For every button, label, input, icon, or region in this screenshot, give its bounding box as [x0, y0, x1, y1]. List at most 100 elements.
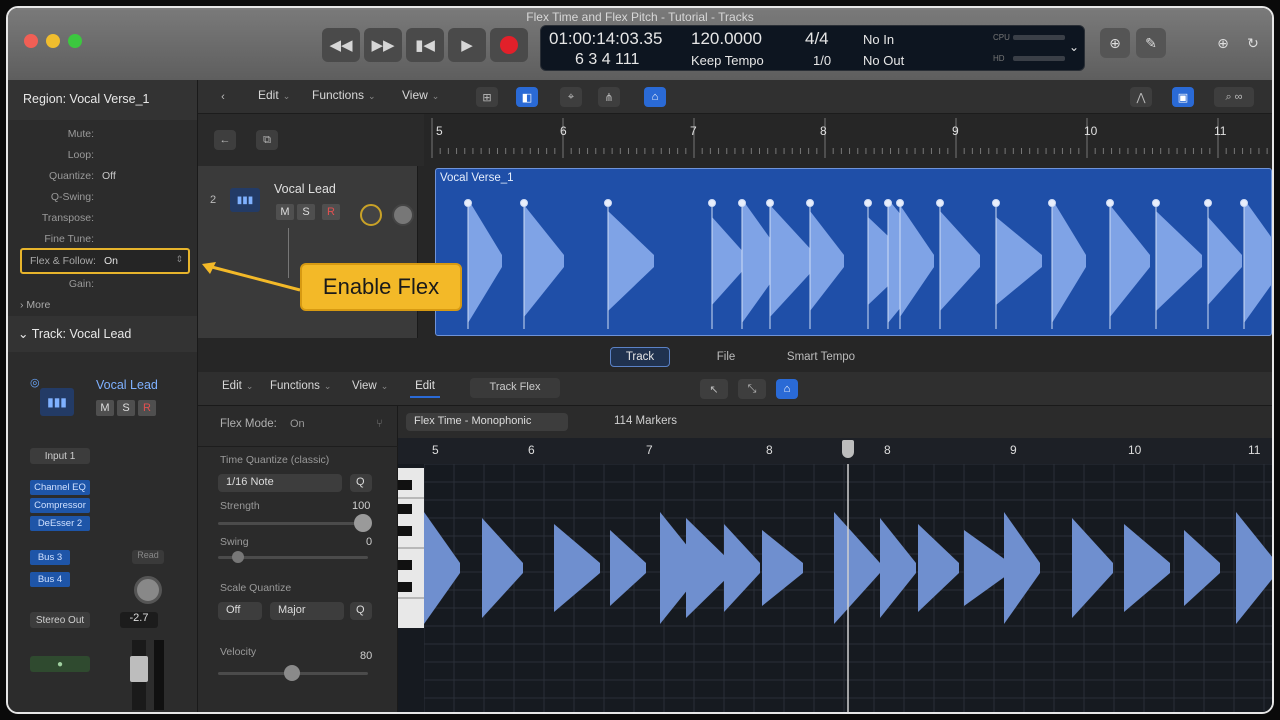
param-loop[interactable]: Loop: [8, 149, 198, 169]
param-mute[interactable]: Mute: [8, 128, 198, 148]
fader-cap[interactable] [130, 656, 148, 682]
tab-smart-tempo[interactable]: Smart Tempo [776, 347, 866, 367]
plugin-slot[interactable]: Compressor [30, 498, 90, 513]
pointer-tool-icon[interactable]: ⌖ [560, 87, 582, 107]
flex-follow-field[interactable]: Flex & Follow: On ⇕ [20, 248, 190, 274]
time-q-button[interactable]: Q [350, 474, 372, 492]
tool-icon[interactable]: ⋔ [598, 87, 620, 107]
output-slot[interactable]: Stereo Out [30, 612, 90, 628]
waveform-peak [610, 530, 646, 606]
view-menu[interactable]: View ⌄ [402, 88, 439, 102]
play-button[interactable]: ▶ [448, 28, 486, 62]
snap-icon[interactable]: ⌂ [776, 379, 798, 399]
track-volume-knob[interactable] [360, 204, 382, 226]
waveform-peak [1124, 524, 1170, 612]
editor-edit-button[interactable]: Edit [410, 378, 440, 398]
tab-file[interactable]: File [696, 347, 756, 367]
piano-keyboard[interactable] [398, 468, 424, 628]
add-icon[interactable]: ⊕ [1208, 28, 1238, 58]
audio-editor-view[interactable]: 5 6 7 8 8 9 10 11 [398, 438, 1272, 712]
automation-icon[interactable]: ⋀ [1130, 87, 1152, 107]
chevron-left-icon[interactable]: ‹ [212, 87, 234, 107]
channel-mute-button[interactable]: M [96, 400, 114, 416]
send-slot[interactable]: Bus 3 [30, 550, 70, 565]
strength-value: 100 [352, 500, 371, 512]
editor-functions-menu[interactable]: Functions ⌄ [270, 380, 331, 392]
waveform-peak [770, 205, 816, 317]
tab-track[interactable]: Track [610, 347, 670, 367]
strength-slider[interactable] [218, 522, 368, 525]
chevron-down-icon: ⌄ [18, 327, 32, 341]
scale-q-button[interactable]: Q [350, 602, 372, 620]
track-header[interactable]: 2 ▮▮▮ Vocal Lead M S R [198, 166, 418, 338]
bar-number: 7 [646, 443, 653, 457]
top-ruler[interactable]: 5 6 7 8 9 10 11 [428, 114, 1272, 166]
catch-icon[interactable]: ⊞ [476, 87, 498, 107]
close-window-icon[interactable] [24, 34, 38, 48]
flex-mode-value[interactable]: On [290, 418, 305, 430]
track-mute-button[interactable]: M [276, 204, 294, 220]
scale-major-select[interactable]: Major [270, 602, 344, 620]
track-flex-button[interactable]: Track Flex [470, 378, 560, 398]
notes-icon[interactable]: ⊕ [1100, 28, 1130, 58]
velocity-slider-thumb[interactable] [284, 665, 300, 681]
scale-off-select[interactable]: Off [218, 602, 262, 620]
track-inspector-title[interactable]: ⌄ Track: Vocal Lead [8, 316, 197, 352]
edit-menu[interactable]: Edit ⌄ [258, 88, 290, 102]
flex-view-icon[interactable]: ◧ [516, 87, 538, 107]
fast-forward-button[interactable]: ▶▶ [364, 28, 402, 62]
snap-icon[interactable]: ⌂ [644, 87, 666, 107]
chevron-down-icon[interactable]: ⌄ [1069, 40, 1079, 54]
param-transpose[interactable]: Transpose: [8, 212, 198, 232]
edit-icon[interactable]: ✎ [1136, 28, 1166, 58]
param-label: Transpose: [41, 212, 94, 224]
marquee-tool-icon[interactable]: ⤡ [738, 379, 766, 399]
enable-flex-callout: Enable Flex [300, 263, 462, 311]
waveform-peak [1072, 518, 1113, 618]
param-gain[interactable]: Gain: [8, 278, 198, 298]
playhead[interactable] [842, 440, 854, 458]
tuning-fork-icon[interactable]: ⑂ [376, 418, 383, 430]
flex-algorithm-select[interactable]: Flex Time - Monophonic [406, 413, 568, 431]
lcd-display[interactable]: 01:00:14:03.35 6 3 4 111 120.0000 Keep T… [540, 25, 1085, 71]
channel-solo-button[interactable]: S [117, 400, 135, 416]
param-q-swing[interactable]: Q-Swing: [8, 191, 198, 211]
param-quantize[interactable]: Quantize: Off [8, 170, 198, 190]
note-value-select[interactable]: 1/16 Note [218, 474, 342, 492]
volume-fader[interactable] [130, 640, 148, 710]
send-slot[interactable]: Bus 4 [30, 572, 70, 587]
audio-region[interactable]: Vocal Verse_1 [435, 168, 1272, 336]
bar-number: 6 [560, 124, 567, 138]
region-inspector-title[interactable]: Region: Vocal Verse_1 [8, 80, 197, 120]
track-pan-knob[interactable] [392, 204, 414, 226]
track-record-button[interactable]: R [322, 204, 340, 220]
pan-knob[interactable] [134, 576, 162, 604]
flex-marker-handle [1240, 199, 1248, 207]
refresh-icon[interactable]: ↻ [1238, 28, 1268, 58]
swing-slider-thumb[interactable] [232, 551, 244, 563]
zoom-icon[interactable]: ⌕ ∞ [1214, 87, 1254, 107]
plugin-slot[interactable]: DeEsser 2 [30, 516, 90, 531]
strength-slider-thumb[interactable] [354, 514, 372, 532]
input-slot[interactable]: Input 1 [30, 448, 90, 464]
waveform-zoom-icon[interactable]: ▣ [1172, 87, 1194, 107]
go-to-start-button[interactable]: ▮◀ [406, 28, 444, 62]
duplicate-track-icon[interactable]: ⧉ [256, 130, 278, 150]
channel-record-button[interactable]: R [138, 400, 156, 416]
functions-menu[interactable]: Functions ⌄ [312, 88, 376, 102]
record-button[interactable] [490, 28, 528, 62]
rewind-button[interactable]: ◀◀ [322, 28, 360, 62]
editor-view-menu[interactable]: View ⌄ [352, 380, 388, 392]
editor-edit-menu[interactable]: Edit ⌄ [222, 380, 253, 392]
minimize-window-icon[interactable] [46, 34, 60, 48]
lower-ruler[interactable]: 5 6 7 8 8 9 10 11 [398, 438, 1272, 464]
pointer-tool-icon[interactable]: ↖ [700, 379, 728, 399]
automation-mode[interactable]: ● [30, 656, 90, 672]
back-icon[interactable]: ← [214, 130, 236, 150]
plugin-slot[interactable]: Channel EQ [30, 480, 90, 495]
bar-number: 8 [820, 124, 827, 138]
read-label[interactable]: Read [132, 550, 164, 564]
more-toggle[interactable]: › More [20, 299, 50, 311]
zoom-window-icon[interactable] [68, 34, 82, 48]
track-solo-button[interactable]: S [297, 204, 315, 220]
